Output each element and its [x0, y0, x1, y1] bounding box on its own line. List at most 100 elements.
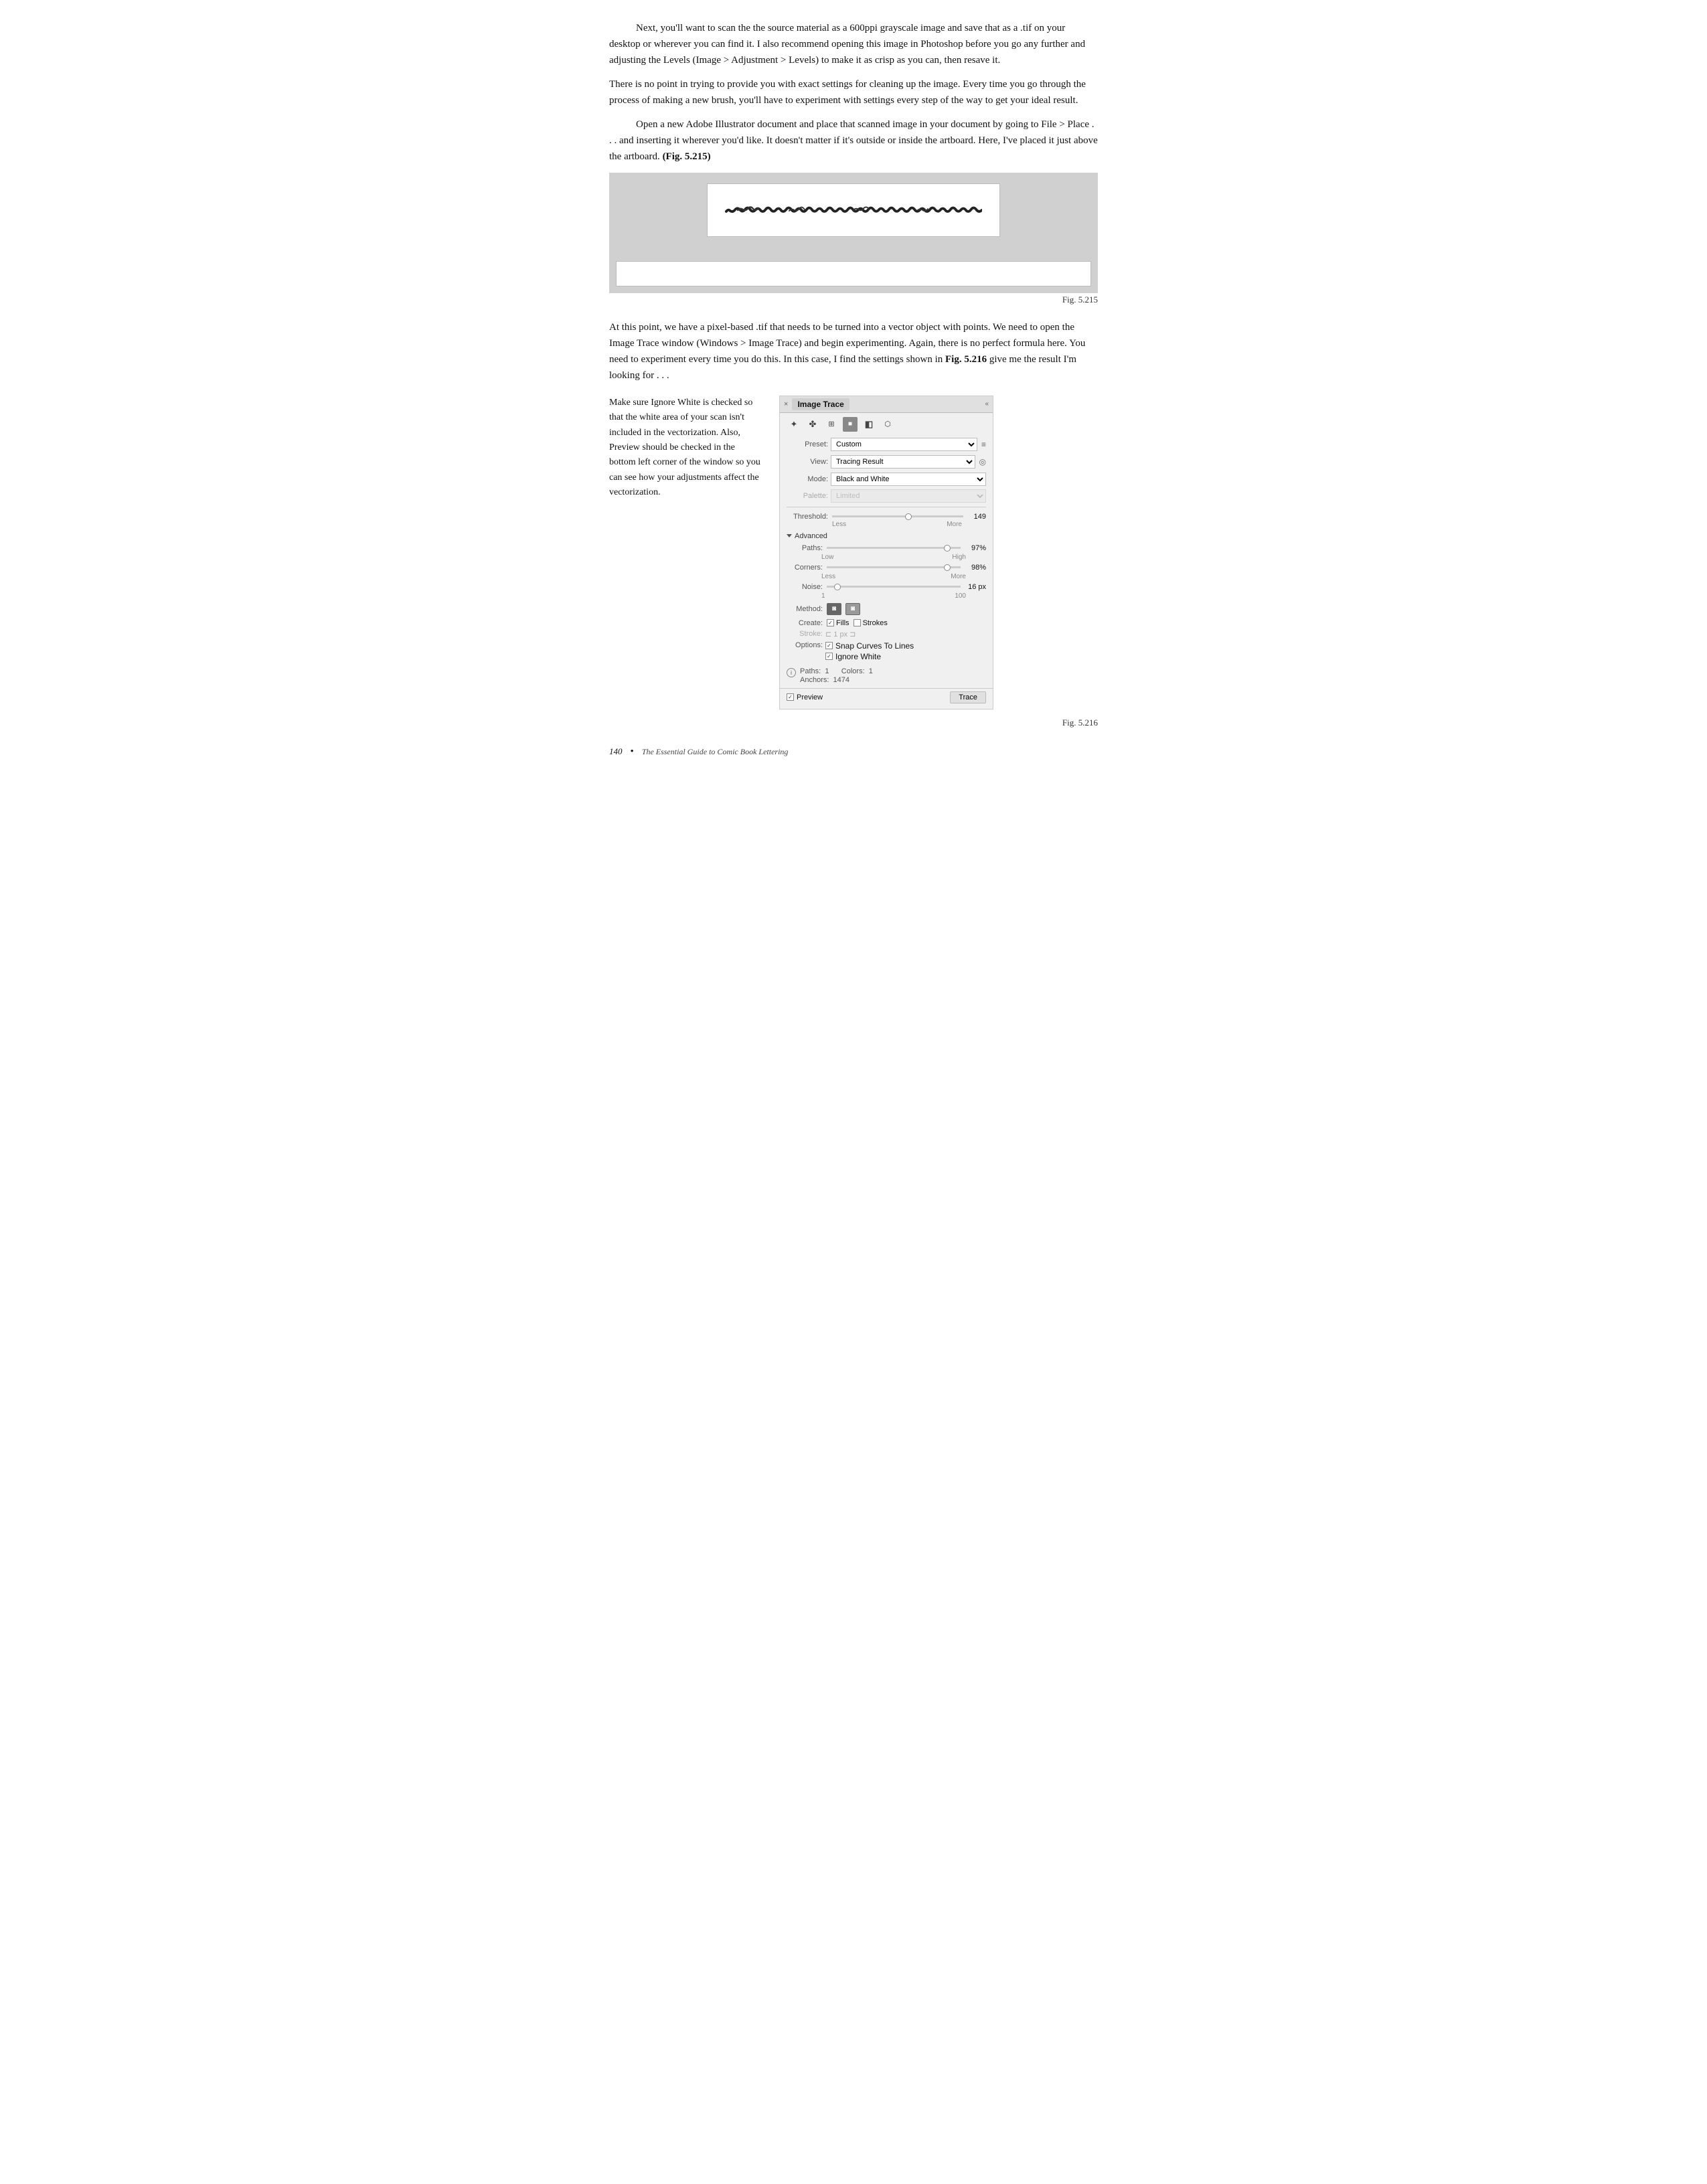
artboard-indicator — [616, 261, 1091, 286]
paths-low: Low — [821, 554, 833, 561]
snap-curves-checkbox[interactable] — [825, 642, 833, 649]
corners-value: 98% — [965, 564, 986, 572]
corners-label: Corners: — [787, 564, 823, 572]
preview-checkbox[interactable] — [787, 693, 794, 701]
info-text: Paths: 1 Colors: 1 Anchors: 1474 — [800, 667, 873, 684]
panel-area: × Image Trace « ✦ ✤ ⊞ ■ ◧ ⬡ Preset: Cust… — [779, 396, 993, 709]
view-select[interactable]: Tracing Result — [831, 455, 975, 469]
info-anchors: Anchors: 1474 — [800, 676, 873, 684]
page-number: 140 — [609, 746, 623, 757]
info-paths: Paths: 1 Colors: 1 — [800, 667, 873, 675]
method-label: Method: — [787, 605, 823, 613]
corners-less: Less — [821, 573, 835, 580]
paths-track[interactable] — [827, 547, 961, 549]
stroke-row: Stroke: ⊏ 1 px ⊐ — [780, 629, 993, 639]
noise-min: 1 — [821, 592, 825, 600]
low-color-icon[interactable]: ⊞ — [824, 417, 839, 432]
fig-215-caption: Fig. 5.215 — [609, 293, 1098, 307]
preset-menu-icon[interactable]: ≡ — [981, 440, 986, 449]
paragraph-2: There is no point in trying to provide y… — [609, 76, 1098, 108]
paths-value: 97% — [965, 544, 986, 552]
left-col-text: Make sure Ignore White is checked so tha… — [609, 396, 763, 501]
collapse-icon[interactable]: « — [985, 400, 989, 408]
mode-row: Mode: Black and White — [780, 471, 993, 488]
figure-215 — [609, 173, 1098, 293]
bw-icon[interactable]: ◧ — [862, 417, 876, 432]
palette-label: Palette: — [787, 492, 828, 500]
strokes-label: Strokes — [863, 619, 888, 627]
options-checks: Snap Curves To Lines Ignore White — [825, 641, 914, 663]
image-trace-panel: × Image Trace « ✦ ✤ ⊞ ■ ◧ ⬡ Preset: Cust… — [779, 396, 993, 709]
corners-row: Corners: 98% — [780, 562, 993, 573]
ignore-white-label: Ignore White — [835, 652, 881, 661]
view-row: View: Tracing Result ◎ — [780, 453, 993, 471]
options-section: Options: Snap Curves To Lines Ignore Whi… — [780, 639, 993, 665]
brush-stroke — [725, 203, 982, 217]
threshold-track[interactable] — [832, 515, 963, 517]
panel-title-bar: × Image Trace — [784, 398, 849, 410]
strokes-checkbox-item[interactable]: Strokes — [854, 619, 888, 627]
fills-checkbox[interactable] — [827, 619, 834, 626]
preset-label: Preset: — [787, 440, 828, 448]
threshold-section: Threshold: 149 Less More — [780, 510, 993, 529]
snap-curves-label: Snap Curves To Lines — [835, 641, 914, 651]
paths-thumb[interactable] — [944, 545, 951, 552]
threshold-more: More — [947, 521, 962, 528]
create-label: Create: — [787, 619, 823, 627]
corners-minmax: Less More — [780, 573, 993, 580]
corners-track[interactable] — [827, 566, 961, 568]
noise-track[interactable] — [827, 586, 961, 588]
panel-title: Image Trace — [792, 398, 849, 410]
ignore-white-row: Ignore White — [825, 652, 914, 661]
panel-header: × Image Trace « — [780, 396, 993, 413]
threshold-minmax: Less More — [787, 521, 986, 528]
fills-checkbox-item[interactable]: Fills — [827, 619, 849, 627]
footer-separator: • — [631, 746, 634, 758]
footer-subtitle: The Essential Guide to Comic Book Letter… — [642, 747, 789, 757]
method-row: Method: ◙ ◙ — [780, 601, 993, 617]
grayscale-icon[interactable]: ■ — [843, 417, 858, 432]
advanced-toggle[interactable]: Advanced — [780, 529, 993, 543]
stroke-label: Stroke: — [787, 630, 823, 638]
noise-minmax: 1 100 — [780, 592, 993, 600]
info-row: i Paths: 1 Colors: 1 Anchors: 1474 — [780, 665, 993, 685]
paths-label: Paths: — [787, 544, 823, 552]
bottom-row: Preview Trace — [780, 688, 993, 705]
method-icon-2[interactable]: ◙ — [845, 603, 860, 615]
noise-value: 16 px — [965, 583, 986, 591]
scan-image-inner — [707, 183, 1000, 237]
ignore-white-checkbox[interactable] — [825, 653, 833, 660]
options-label: Options: — [787, 641, 823, 649]
info-icon: i — [787, 668, 796, 677]
silhouette-icon[interactable]: ⬡ — [880, 417, 895, 432]
view-label: View: — [787, 458, 828, 466]
preset-select[interactable]: Custom — [831, 438, 977, 451]
noise-thumb[interactable] — [834, 584, 841, 590]
strokes-checkbox[interactable] — [854, 619, 861, 626]
view-eye-icon[interactable]: ◎ — [979, 457, 986, 467]
fills-label: Fills — [836, 619, 849, 627]
trace-button[interactable]: Trace — [950, 691, 986, 703]
paragraph-1: Next, you'll want to scan the the source… — [609, 20, 1098, 68]
icon-row: ✦ ✤ ⊞ ■ ◧ ⬡ — [780, 413, 993, 436]
threshold-label: Threshold: — [787, 513, 828, 521]
threshold-value: 149 — [967, 513, 986, 521]
palette-select: Limited — [831, 489, 986, 503]
preview-label: Preview — [797, 693, 823, 701]
threshold-less: Less — [832, 521, 846, 528]
high-color-icon[interactable]: ✤ — [805, 417, 820, 432]
left-column: Make sure Ignore White is checked so tha… — [609, 396, 763, 709]
advanced-arrow-icon — [787, 534, 792, 537]
preview-check: Preview — [787, 693, 823, 701]
palette-row: Palette: Limited — [780, 488, 993, 504]
corners-thumb[interactable] — [944, 564, 951, 571]
method-icon-1[interactable]: ◙ — [827, 603, 841, 615]
mode-select[interactable]: Black and White — [831, 473, 986, 486]
paragraph-4: At this point, we have a pixel-based .ti… — [609, 319, 1098, 384]
threshold-thumb[interactable] — [905, 513, 912, 520]
paths-row: Paths: 97% — [780, 543, 993, 554]
close-icon[interactable]: × — [784, 400, 788, 408]
auto-color-icon[interactable]: ✦ — [787, 417, 801, 432]
snap-curves-row: Snap Curves To Lines — [825, 641, 914, 651]
fig-216-caption: Fig. 5.216 — [609, 716, 1098, 730]
